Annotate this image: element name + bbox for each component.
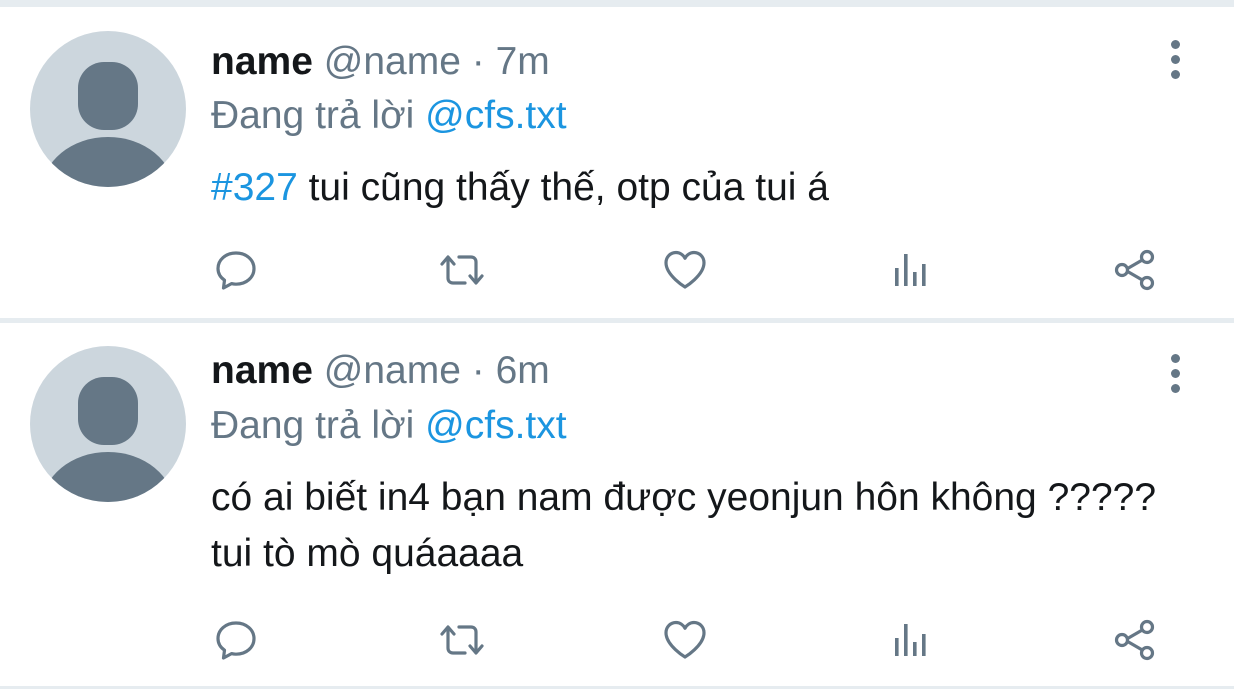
heart-icon (664, 620, 706, 659)
retweet-button[interactable] (432, 610, 492, 670)
tweet-text: có ai biết in4 bạn nam được yeonjun hôn … (211, 476, 1157, 575)
reply-icon (216, 621, 256, 660)
tweet-card[interactable]: name @name · 7m Đang trả lời @cfs.txt #3… (0, 7, 1234, 318)
like-button[interactable] (655, 240, 715, 300)
more-dot-icon (1170, 54, 1180, 64)
more-options-button[interactable] (1160, 343, 1190, 403)
timestamp[interactable]: 6m (496, 349, 550, 392)
more-dot-icon (1170, 383, 1180, 393)
replying-to: Đang trả lời @cfs.txt (211, 93, 567, 139)
reply-button[interactable] (206, 240, 266, 300)
timestamp[interactable]: 7m (496, 40, 550, 83)
timeline-feed: name @name · 7m Đang trả lời @cfs.txt #3… (0, 0, 1234, 689)
more-dot-icon (1170, 39, 1180, 49)
more-dot-icon (1170, 368, 1180, 378)
retweet-icon (440, 255, 484, 285)
tweet-text: #327 tui cũng thấy thế, otp của tui á (211, 160, 1171, 216)
replying-to-label: Đang trả lời (211, 404, 415, 447)
separator-dot: · (471, 40, 485, 83)
retweet-icon (440, 625, 484, 655)
default-avatar-icon (42, 62, 174, 187)
tweet-header: name @name · 7m (211, 39, 550, 85)
heart-icon (664, 250, 706, 289)
tweet-text-body: tui cũng thấy thế, otp của tui á (297, 166, 829, 209)
more-options-button[interactable] (1160, 29, 1190, 89)
display-name[interactable]: name (211, 40, 313, 83)
share-button[interactable] (1105, 240, 1165, 300)
tweet-card[interactable]: name @name · 6m Đang trả lời @cfs.txt có… (0, 323, 1234, 686)
hashtag-link[interactable]: #327 (211, 166, 298, 209)
avatar[interactable] (30, 346, 186, 502)
analytics-icon (895, 624, 926, 656)
separator-dot: · (471, 349, 485, 392)
mention-link[interactable]: @cfs.txt (425, 404, 566, 447)
reply-button[interactable] (206, 610, 266, 670)
avatar[interactable] (30, 31, 186, 187)
tweet-header: name @name · 6m (211, 348, 550, 394)
share-icon (1114, 619, 1155, 661)
reply-icon (216, 251, 256, 290)
more-dot-icon (1170, 69, 1180, 79)
default-avatar-icon (42, 377, 174, 502)
share-button[interactable] (1105, 610, 1165, 670)
more-dot-icon (1170, 353, 1180, 363)
analytics-button[interactable] (880, 240, 940, 300)
like-button[interactable] (655, 610, 715, 670)
tweet-actions (0, 610, 1234, 670)
mention-link[interactable]: @cfs.txt (425, 94, 566, 137)
analytics-button[interactable] (880, 610, 940, 670)
replying-to-label: Đang trả lời (211, 94, 415, 137)
share-icon (1114, 249, 1155, 291)
replying-to: Đang trả lời @cfs.txt (211, 403, 567, 449)
analytics-icon (895, 254, 926, 286)
user-handle[interactable]: @name (324, 40, 461, 83)
tweet-actions (0, 240, 1234, 300)
retweet-button[interactable] (432, 240, 492, 300)
user-handle[interactable]: @name (324, 349, 461, 392)
display-name[interactable]: name (211, 349, 313, 392)
